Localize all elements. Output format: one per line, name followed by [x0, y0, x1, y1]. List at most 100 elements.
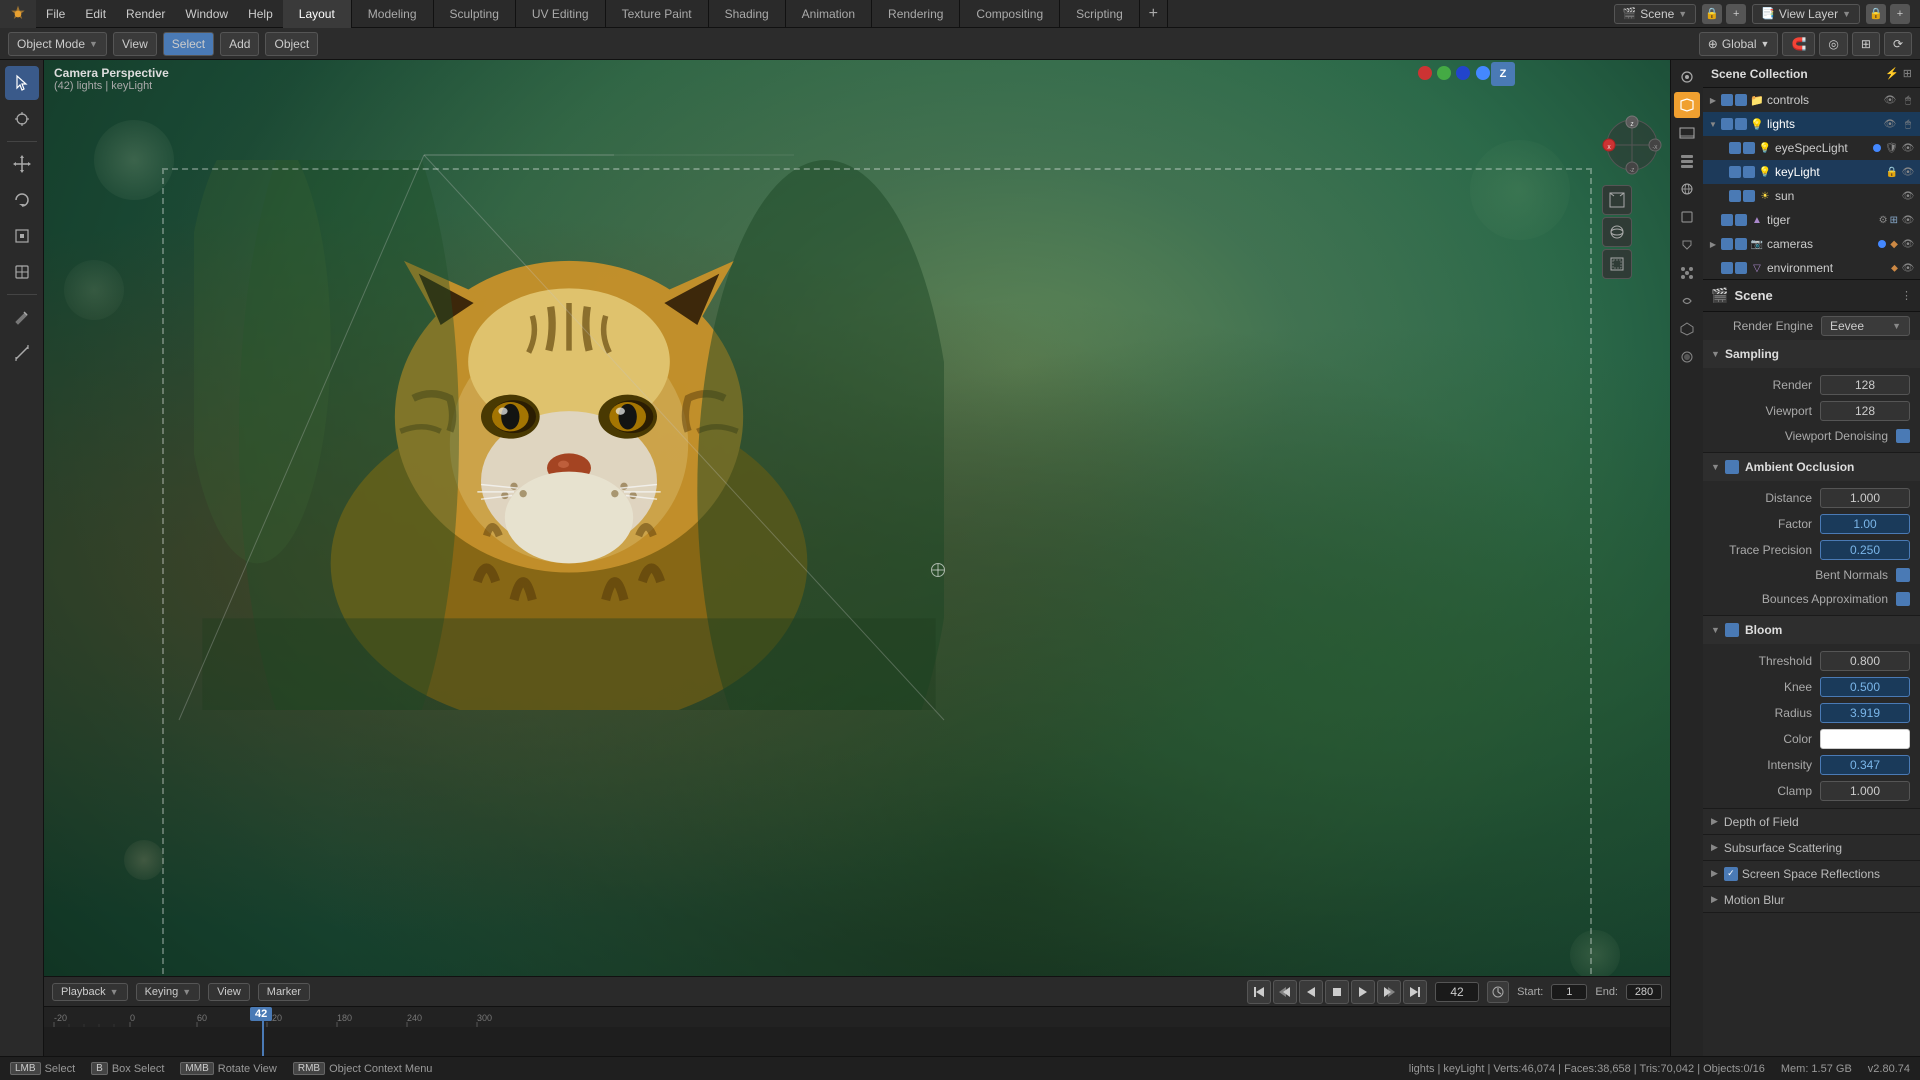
global-orientation-button[interactable]: ⊕ Global ▼: [1699, 32, 1779, 56]
viewport[interactable]: Camera Perspective (42) lights | keyLigh…: [44, 60, 1670, 1080]
keylight-eye-icon[interactable]: 👁: [1900, 164, 1916, 180]
tiger-eye-icon[interactable]: 👁: [1900, 212, 1916, 228]
outliner-item-sun[interactable]: ☀ sun 👁: [1703, 184, 1920, 208]
cameras-eye-icon[interactable]: 👁: [1900, 236, 1916, 252]
clamp-value[interactable]: 1.000: [1820, 781, 1910, 801]
bloom-checkbox[interactable]: [1725, 623, 1739, 637]
controls-checkbox[interactable]: [1721, 94, 1733, 106]
sun-eye-icon[interactable]: 👁: [1900, 188, 1916, 204]
proportional-edit-button[interactable]: ◎: [1819, 32, 1847, 56]
dof-section-header[interactable]: ▶ Depth of Field: [1703, 809, 1920, 835]
jump-to-end-button[interactable]: [1403, 980, 1427, 1004]
eyespec-eye-icon[interactable]: 👁: [1900, 140, 1916, 156]
denoising-checkbox[interactable]: [1896, 429, 1910, 443]
annotate-tool-btn[interactable]: [5, 300, 39, 334]
gizmo-button[interactable]: ⟳: [1884, 32, 1912, 56]
intensity-value[interactable]: 0.347: [1820, 755, 1910, 775]
new-scene-icon[interactable]: +: [1726, 4, 1746, 24]
constraints-props-icon[interactable]: [1674, 288, 1700, 314]
outliner-item-tiger[interactable]: ▶ ▲ tiger ⚙ ⊞ 👁: [1703, 208, 1920, 232]
outliner-filter-icon[interactable]: ⚡: [1885, 67, 1899, 80]
lights-checkbox[interactable]: [1721, 118, 1733, 130]
sampling-header[interactable]: ▼ Sampling: [1703, 340, 1920, 368]
knee-value[interactable]: 0.500: [1820, 677, 1910, 697]
timing-icon[interactable]: [1487, 981, 1509, 1003]
view-layer-protect-icon[interactable]: 🔒: [1866, 4, 1886, 24]
ao-checkbox[interactable]: [1725, 460, 1739, 474]
render-engine-dropdown[interactable]: Eevee ▼: [1821, 316, 1910, 336]
perspective-toggle-button[interactable]: [1602, 185, 1632, 215]
bloom-header[interactable]: ▼ Bloom: [1703, 616, 1920, 644]
scene-selector[interactable]: 🎬 Scene ▼: [1614, 4, 1697, 24]
view-layer-props-icon[interactable]: [1674, 148, 1700, 174]
output-props-icon[interactable]: [1674, 120, 1700, 146]
env-checkbox[interactable]: [1721, 262, 1733, 274]
zoom-camera-button[interactable]: [1602, 249, 1632, 279]
tiger-checkbox[interactable]: [1721, 214, 1733, 226]
outliner-item-controls[interactable]: ▶ 📁 controls 👁 🖱: [1703, 88, 1920, 112]
ao-header[interactable]: ▼ Ambient Occlusion: [1703, 453, 1920, 481]
env-vis-checkbox[interactable]: [1735, 262, 1747, 274]
color-swatch[interactable]: [1820, 729, 1910, 749]
view-layer-selector[interactable]: 📑 View Layer ▼: [1752, 4, 1860, 24]
cursor-tool-btn[interactable]: [5, 102, 39, 136]
render-value[interactable]: 128: [1820, 375, 1910, 395]
lights-eye-icon[interactable]: 👁: [1882, 116, 1898, 132]
controls-eye-icon[interactable]: 👁: [1882, 92, 1898, 108]
keying-menu[interactable]: Keying ▼: [136, 983, 201, 1001]
render-menu[interactable]: Render: [116, 0, 175, 28]
motion-blur-section-header[interactable]: ▶ Motion Blur: [1703, 887, 1920, 913]
cameras-checkbox[interactable]: [1721, 238, 1733, 250]
step-forward-button[interactable]: [1377, 980, 1401, 1004]
jump-to-start-button[interactable]: [1247, 980, 1271, 1004]
keylight-checkbox[interactable]: [1729, 166, 1741, 178]
keylight-vis-checkbox[interactable]: [1743, 166, 1755, 178]
add-button[interactable]: Add: [220, 32, 259, 56]
window-menu[interactable]: Window: [175, 0, 238, 28]
controls-vis-checkbox[interactable]: [1735, 94, 1747, 106]
outliner-item-keylight[interactable]: 💡 keyLight 🔒 👁: [1703, 160, 1920, 184]
play-back-button[interactable]: [1299, 980, 1323, 1004]
current-frame-input[interactable]: 42: [1435, 982, 1479, 1002]
edit-menu[interactable]: Edit: [75, 0, 116, 28]
playback-menu[interactable]: Playback ▼: [52, 983, 128, 1001]
lights-cursor-icon[interactable]: 🖱: [1900, 116, 1916, 132]
outliner-item-lights[interactable]: ▼ 💡 lights 👁 🖱: [1703, 112, 1920, 136]
view-button[interactable]: View: [113, 32, 157, 56]
move-tool-btn[interactable]: [5, 147, 39, 181]
outliner-item-eyespeclight[interactable]: 💡 eyeSpecLight 🛡 👁: [1703, 136, 1920, 160]
navigation-gizmo[interactable]: Z -Z X -X: [1602, 115, 1662, 175]
object-button[interactable]: Object: [265, 32, 318, 56]
blender-logo[interactable]: [0, 0, 36, 28]
overlay-button[interactable]: ⊞: [1852, 32, 1880, 56]
threshold-value[interactable]: 0.800: [1820, 651, 1910, 671]
timeline-view-menu[interactable]: View: [208, 983, 250, 1001]
ssr-checkbox[interactable]: ✓: [1724, 867, 1738, 881]
distance-value[interactable]: 1.000: [1820, 488, 1910, 508]
select-button[interactable]: Select: [163, 32, 214, 56]
trace-precision-value[interactable]: 0.250: [1820, 540, 1910, 560]
lights-vis-checkbox[interactable]: [1735, 118, 1747, 130]
orbit-button[interactable]: [1602, 217, 1632, 247]
tab-scripting[interactable]: Scripting: [1060, 0, 1140, 28]
measure-tool-btn[interactable]: [5, 336, 39, 370]
sun-checkbox[interactable]: [1729, 190, 1741, 202]
eyespec-checkbox[interactable]: [1729, 142, 1741, 154]
eyespec-vis-checkbox[interactable]: [1743, 142, 1755, 154]
outliner-item-cameras[interactable]: ▶ 📷 cameras ◆ 👁: [1703, 232, 1920, 256]
stop-button[interactable]: [1325, 980, 1349, 1004]
modifier-props-icon[interactable]: [1674, 232, 1700, 258]
tab-sculpting[interactable]: Sculpting: [434, 0, 516, 28]
bent-normals-checkbox[interactable]: [1896, 568, 1910, 582]
snap-button[interactable]: 🧲: [1782, 32, 1815, 56]
select-tool-btn[interactable]: [5, 66, 39, 100]
timeline-ruler[interactable]: ‑20 0 60 120 180 240 300: [44, 1007, 1670, 1057]
protect-icon[interactable]: 🔒: [1702, 4, 1722, 24]
controls-cursor-icon[interactable]: 🖱: [1900, 92, 1916, 108]
tab-compositing[interactable]: Compositing: [960, 0, 1060, 28]
material-props-icon[interactable]: [1674, 344, 1700, 370]
tab-animation[interactable]: Animation: [786, 0, 872, 28]
rotate-tool-btn[interactable]: [5, 183, 39, 217]
file-menu[interactable]: File: [36, 0, 75, 28]
cameras-vis-checkbox[interactable]: [1735, 238, 1747, 250]
